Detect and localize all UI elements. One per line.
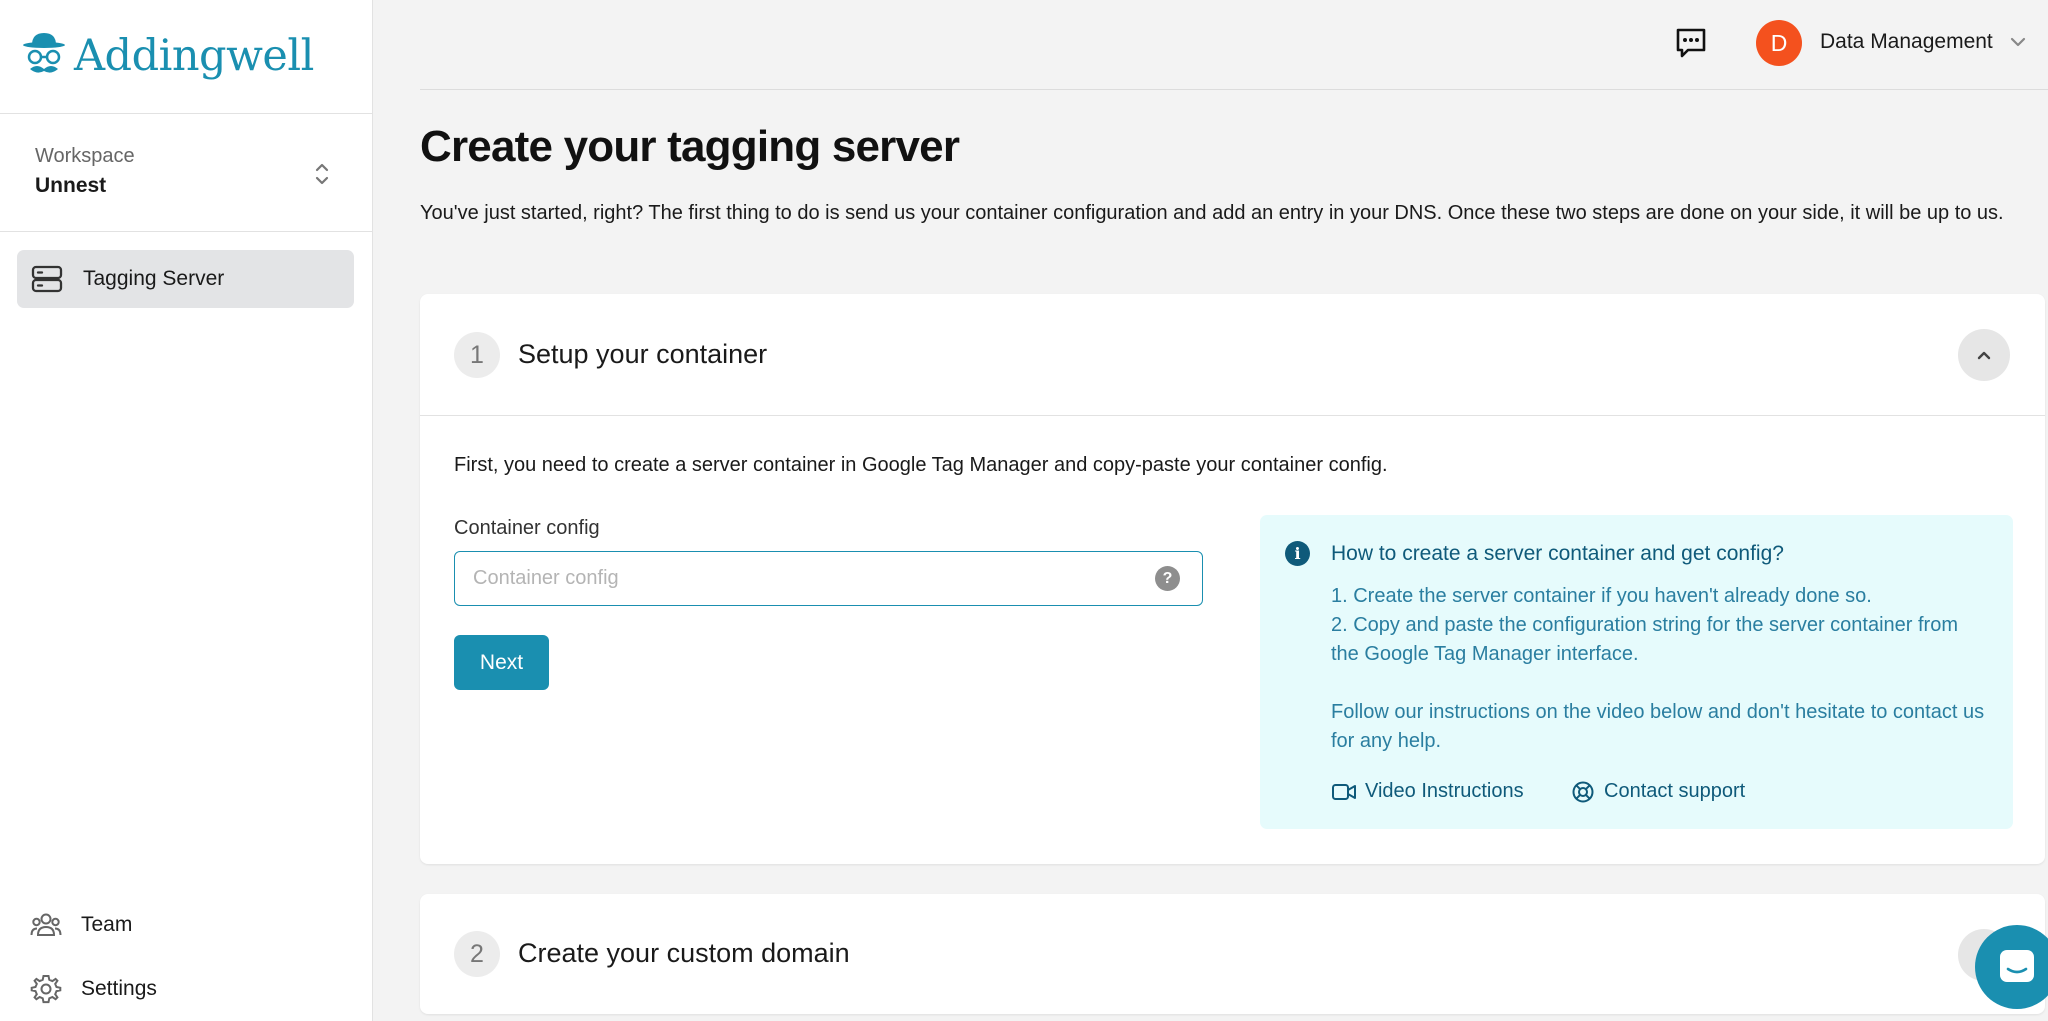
help-icon[interactable]: ? (1155, 566, 1180, 591)
info-body: 1. Create the server container if you ha… (1331, 582, 1991, 756)
logo-mascot-icon (23, 33, 65, 73)
info-follow-text: Follow our instructions on the video bel… (1331, 701, 1985, 752)
step-description: First, you need to create a server conta… (454, 454, 1388, 476)
chevron-up-down-icon[interactable] (310, 160, 334, 188)
sidebar: Addingwell Workspace Unnest Tagging Serv… (0, 0, 373, 1021)
gear-icon (30, 975, 62, 1004)
workspace-selector[interactable]: Workspace Unnest (35, 145, 135, 198)
page-title: Create your tagging server (420, 122, 960, 171)
user-name[interactable]: Data Management (1820, 30, 1993, 54)
step-card-setup-container: 1 Setup your container First, you need t… (420, 294, 2045, 864)
divider (420, 415, 2045, 416)
workspace-value: Unnest (35, 174, 107, 197)
info-icon: i (1285, 541, 1310, 566)
collapse-button[interactable] (1958, 329, 2010, 381)
step-card-custom-domain[interactable]: 2 Create your custom domain (420, 894, 2045, 1014)
workspace-label: Workspace (35, 145, 135, 167)
info-box: i How to create a server container and g… (1260, 515, 2013, 829)
chat-bubble-icon (2000, 950, 2034, 982)
step-number-badge: 1 (454, 332, 500, 378)
info-step-2: 2. Copy and paste the configuration stri… (1331, 614, 1959, 665)
container-config-input[interactable] (473, 552, 1153, 604)
step-title: Create your custom domain (518, 938, 850, 968)
video-instructions-link[interactable]: Video Instructions (1331, 780, 1524, 803)
container-config-field[interactable]: ? (454, 551, 1203, 606)
addingwell-logo[interactable]: Addingwell (22, 26, 314, 86)
team-icon (30, 913, 62, 936)
divider (0, 231, 373, 232)
step-number-badge: 2 (454, 931, 500, 977)
chat-icon[interactable] (1674, 26, 1708, 60)
contact-support-label: Contact support (1604, 780, 1746, 802)
contact-support-link[interactable]: Contact support (1570, 780, 1745, 803)
sidebar-item-label: Tagging Server (83, 267, 225, 290)
page-intro: You've just started, right? The first th… (420, 202, 2004, 224)
chevron-up-icon (1977, 351, 1991, 360)
sidebar-item-settings[interactable]: Settings (30, 973, 157, 1005)
info-step-1: 1. Create the server container if you ha… (1331, 585, 1872, 607)
lifebuoy-icon (1572, 781, 1594, 802)
chevron-down-icon[interactable] (2008, 34, 2028, 50)
avatar[interactable]: D (1756, 20, 1802, 66)
sidebar-item-team[interactable]: Team (30, 909, 132, 941)
divider (0, 113, 373, 114)
container-config-label: Container config (454, 517, 600, 539)
video-camera-icon (1332, 783, 1356, 800)
header-divider (420, 89, 2048, 90)
server-icon (31, 265, 63, 293)
video-instructions-label: Video Instructions (1365, 780, 1524, 802)
step-title: Setup your container (518, 339, 768, 369)
sidebar-item-label: Settings (81, 977, 157, 1000)
next-button[interactable]: Next (454, 635, 549, 690)
info-title: How to create a server container and get… (1331, 542, 1784, 565)
sidebar-item-label: Team (81, 913, 133, 936)
brand-name: Addingwell (74, 31, 314, 81)
sidebar-item-tagging-server[interactable]: Tagging Server (17, 250, 354, 308)
